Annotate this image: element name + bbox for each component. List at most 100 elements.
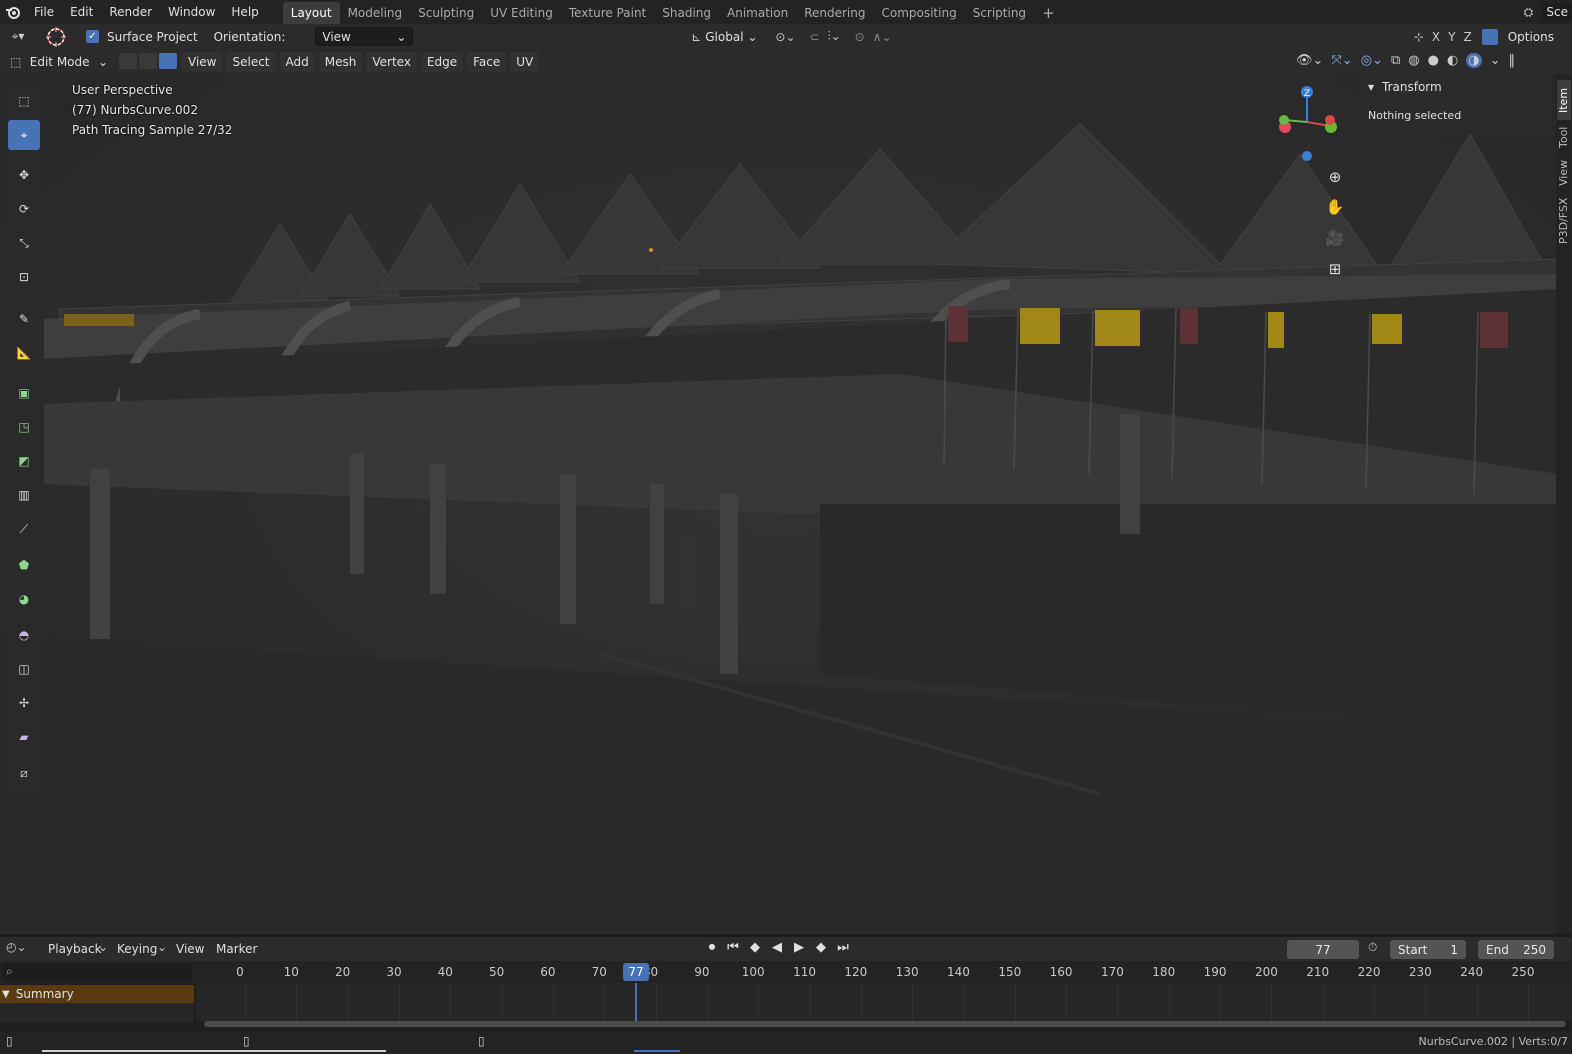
- tab-texture-paint[interactable]: Texture Paint: [561, 2, 654, 24]
- timeline-channels[interactable]: ▼ Summary: [0, 983, 1572, 1029]
- falloff-icon[interactable]: ∧⌄: [873, 30, 892, 44]
- tab-compositing[interactable]: Compositing: [873, 2, 964, 24]
- orientation-dropdown[interactable]: View ⌄: [315, 27, 414, 46]
- menu-edit[interactable]: Edit: [62, 0, 101, 24]
- tab-tool[interactable]: Tool: [1557, 122, 1571, 152]
- current-frame-marker[interactable]: 77: [623, 963, 649, 981]
- cursor-tool-icon[interactable]: ⌖: [8, 120, 40, 150]
- keying-menu[interactable]: Keying: [117, 942, 157, 956]
- timeline-view-menu[interactable]: View: [176, 942, 204, 956]
- editor-type-icon[interactable]: ◴⌄: [6, 940, 27, 954]
- end-frame-field[interactable]: End 250: [1478, 940, 1554, 959]
- select-box-tool-icon[interactable]: ⬚: [8, 86, 40, 116]
- wireframe-shading-icon[interactable]: ◍: [1408, 53, 1419, 68]
- current-frame-field[interactable]: 77: [1287, 940, 1359, 959]
- tab-modeling[interactable]: Modeling: [340, 2, 411, 24]
- shear-tool-icon[interactable]: ▰: [8, 722, 40, 752]
- tab-uv-editing[interactable]: UV Editing: [482, 2, 561, 24]
- menu-uv[interactable]: UV: [510, 52, 540, 72]
- scene-label[interactable]: Sce: [1542, 3, 1572, 21]
- annotate-tool-icon[interactable]: ✎: [8, 304, 40, 334]
- menu-view[interactable]: View: [182, 52, 223, 72]
- gizmo-toggle-icon[interactable]: ⤧⌄: [1331, 53, 1352, 68]
- menu-face[interactable]: Face: [467, 52, 507, 72]
- menu-select[interactable]: Select: [226, 52, 276, 72]
- extrude-tool-icon[interactable]: ▣: [8, 378, 40, 408]
- bevel-tool-icon[interactable]: ◩: [8, 446, 40, 476]
- material-shading-icon[interactable]: ◐: [1447, 53, 1458, 68]
- summary-row[interactable]: ▼ Summary: [0, 985, 194, 1003]
- tab-view[interactable]: View: [1557, 156, 1571, 190]
- scale-tool-icon[interactable]: ⤡: [8, 228, 40, 258]
- play-reverse-icon[interactable]: ◀: [768, 940, 786, 955]
- tab-layout[interactable]: Layout: [282, 2, 340, 24]
- 3d-viewport[interactable]: User Perspective (77) NurbsCurve.002 Pat…: [0, 74, 1558, 934]
- snap-target-icon[interactable]: ⫶⌄: [828, 29, 841, 44]
- transform-tool-icon[interactable]: ⊡: [8, 262, 40, 292]
- keyframe-area[interactable]: [196, 983, 1572, 1021]
- edge-select-icon[interactable]: [139, 53, 157, 69]
- axis-y-toggle[interactable]: Y: [1448, 30, 1455, 44]
- auto-merge-icon[interactable]: [1481, 28, 1498, 45]
- next-keyframe-icon[interactable]: ◆: [812, 940, 830, 955]
- menu-edge[interactable]: Edge: [420, 52, 464, 72]
- scene-selector-icon[interactable]: ⛭: [1514, 5, 1542, 20]
- axis-x-toggle[interactable]: X: [1432, 30, 1440, 44]
- transform-orientation-dropdown[interactable]: ⊾ Global ⌄: [685, 27, 764, 46]
- blender-logo-icon[interactable]: [0, 4, 26, 20]
- tab-item[interactable]: Item: [1557, 80, 1571, 120]
- pivot-point-icon[interactable]: ⊙⌄: [775, 30, 795, 44]
- play-icon[interactable]: ▶: [790, 940, 808, 955]
- vertex-select-icon[interactable]: [119, 53, 137, 69]
- face-select-icon[interactable]: [159, 53, 177, 69]
- transform-section-header[interactable]: ▾ Transform: [1368, 80, 1442, 94]
- playback-menu[interactable]: Playback: [48, 942, 102, 956]
- tab-rendering[interactable]: Rendering: [796, 2, 873, 24]
- mirror-icon[interactable]: ⊹: [1414, 30, 1424, 44]
- options-dropdown[interactable]: Options: [1508, 30, 1554, 44]
- tab-shading[interactable]: Shading: [654, 2, 719, 24]
- chevron-down-icon[interactable]: ⌄: [1490, 53, 1501, 68]
- menu-help[interactable]: Help: [223, 0, 266, 24]
- zoom-icon[interactable]: ⊕: [1324, 168, 1346, 190]
- axis-z-toggle[interactable]: Z: [1463, 30, 1471, 44]
- smooth-tool-icon[interactable]: ◓: [8, 620, 40, 650]
- shrink-fatten-tool-icon[interactable]: ✢: [8, 688, 40, 718]
- menu-add[interactable]: Add: [279, 52, 315, 72]
- preview-range-icon[interactable]: ⏱: [1368, 940, 1377, 955]
- spin-tool-icon[interactable]: ◕: [8, 584, 40, 614]
- surface-project-checkbox[interactable]: ✓: [86, 30, 99, 43]
- loop-cut-tool-icon[interactable]: ▥: [8, 480, 40, 510]
- measure-tool-icon[interactable]: 📐: [8, 338, 40, 368]
- jump-start-icon[interactable]: ⏮: [724, 940, 742, 955]
- menu-window[interactable]: Window: [160, 0, 223, 24]
- tab-sculpting[interactable]: Sculpting: [410, 2, 482, 24]
- proportional-edit-icon[interactable]: ⊙: [855, 30, 865, 44]
- timeline-ruler[interactable]: ⌕ 0 10 20 30 40 50 60 70 80 90 100 110 120 130 140 150 1…: [0, 961, 1572, 983]
- sidebar-toggle-icon[interactable]: ‖: [1509, 53, 1516, 68]
- record-icon[interactable]: ⏺: [704, 940, 720, 955]
- tab-scripting[interactable]: Scripting: [965, 2, 1034, 24]
- navigation-gizmo[interactable]: Z: [1272, 82, 1342, 172]
- rendered-shading-icon[interactable]: ◑: [1466, 53, 1482, 68]
- marker-menu[interactable]: Marker: [216, 942, 257, 956]
- inset-tool-icon[interactable]: ◳: [8, 412, 40, 442]
- start-frame-field[interactable]: Start 1: [1390, 940, 1466, 959]
- tab-animation[interactable]: Animation: [719, 2, 796, 24]
- jump-end-icon[interactable]: ⏭: [834, 940, 852, 955]
- camera-view-icon[interactable]: 🎥: [1324, 229, 1346, 251]
- edge-slide-tool-icon[interactable]: ◫: [8, 654, 40, 684]
- search-field[interactable]: ⌕: [2, 963, 192, 981]
- snap-icon[interactable]: ⊂: [810, 30, 820, 44]
- pan-hand-icon[interactable]: ✋: [1324, 198, 1346, 220]
- menu-mesh[interactable]: Mesh: [318, 52, 363, 72]
- add-workspace-button[interactable]: +: [1034, 2, 1063, 24]
- move-tool-icon[interactable]: ✥: [8, 160, 40, 190]
- visibility-icon[interactable]: 👁⌄: [1296, 53, 1323, 68]
- perspective-toggle-icon[interactable]: ⊞: [1324, 260, 1346, 282]
- rotate-tool-icon[interactable]: ⟳: [8, 194, 40, 224]
- prev-keyframe-icon[interactable]: ◆: [746, 940, 764, 955]
- tab-p3d-fsx[interactable]: P3D/FSX: [1557, 194, 1571, 248]
- menu-vertex[interactable]: Vertex: [366, 52, 417, 72]
- poly-build-tool-icon[interactable]: ⬟: [8, 550, 40, 580]
